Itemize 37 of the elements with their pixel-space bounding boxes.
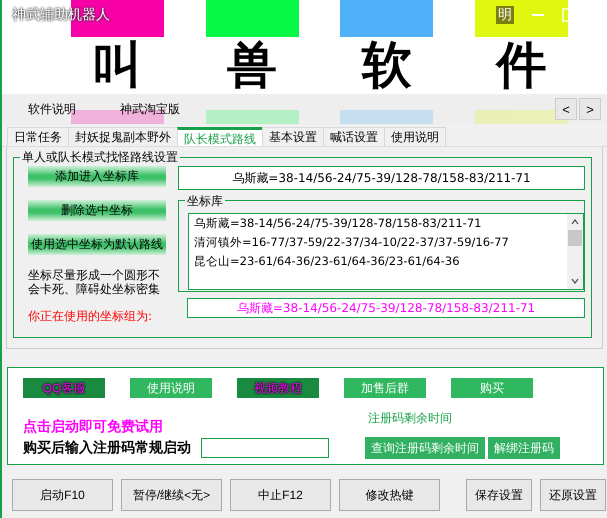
route-button[interactable]: 添加进入坐标库 <box>28 166 166 187</box>
action-button[interactable]: 暂停/继续<无> <box>121 479 222 511</box>
coordinate-list[interactable]: 乌斯藏=38-14/56-24/75-39/128-78/158-83/211-71 清河镇外=16-77/37-59/22-37/34-10/22-37/37-59/16-77 昆仑山=23-61/64-36/23-61/64-36/23-61/64-36 <box>188 213 584 290</box>
scroll-arrow-button[interactable]: < <box>555 98 577 120</box>
register-code-field[interactable] <box>201 438 329 458</box>
scrollbar[interactable] <box>567 214 583 289</box>
logo-character: 叫 <box>92 37 142 93</box>
group-title: 坐标库 <box>185 193 225 210</box>
logo-character: 兽 <box>227 37 278 93</box>
hint-text: 坐标尽量形成一个圆形不会卡死、障碍处坐标密集 <box>28 268 161 296</box>
tab[interactable]: 封妖捉鬼副本野外 <box>68 127 178 146</box>
action-button[interactable]: 修改热键 <box>339 479 440 511</box>
top-tab[interactable]: 软件说明 <box>28 100 76 118</box>
list-item[interactable]: 昆仑山=23-61/64-36/23-61/64-36/23-61/64-36 <box>194 255 562 268</box>
route-field[interactable]: 乌斯藏=38-14/56-24/75-39/128-78/158-83/211-71 <box>178 166 585 190</box>
logo-character: 软 <box>362 37 412 93</box>
top-tab[interactable]: 神武淘宝版 <box>120 100 180 118</box>
current-route-field: 乌斯藏=38-14/56-24/75-39/128-78/158-83/211-71 <box>187 298 585 318</box>
scroll-arrow-button[interactable]: > <box>579 98 601 120</box>
list-item[interactable]: 清河镇外=16-77/37-59/22-37/34-10/22-37/37-59/16-77 <box>194 236 562 249</box>
notice-link[interactable]: 明 <box>496 6 514 24</box>
tab[interactable]: 使用说明 <box>384 127 446 146</box>
current-label: 你正在使用的坐标组为: <box>28 308 152 325</box>
action-button[interactable]: 保存设置 <box>466 479 532 511</box>
route-button[interactable]: 使用选中坐标为默认路线 <box>28 234 166 255</box>
scrollbar-thumb[interactable] <box>568 230 582 246</box>
tab[interactable]: 日常任务 <box>7 127 69 146</box>
list-item[interactable]: 乌斯藏=38-14/56-24/75-39/128-78/158-83/211-71 <box>194 217 562 230</box>
group-title: 单人或队长模式找怪路线设置 <box>20 149 180 166</box>
logo-character: 件 <box>496 37 547 93</box>
action-button[interactable]: 还原设置 <box>540 479 606 511</box>
register-label: 购买后输入注册码常规启动 <box>23 439 191 457</box>
action-button[interactable]: 启动F10 <box>12 479 113 511</box>
route-button[interactable]: 删除选中坐标 <box>28 200 166 221</box>
action-button[interactable]: 中止F12 <box>230 479 331 511</box>
remaining-time-label: 注册码剩余时间 <box>368 410 453 427</box>
trial-text: 点击启动即可免费试用 <box>23 418 164 436</box>
